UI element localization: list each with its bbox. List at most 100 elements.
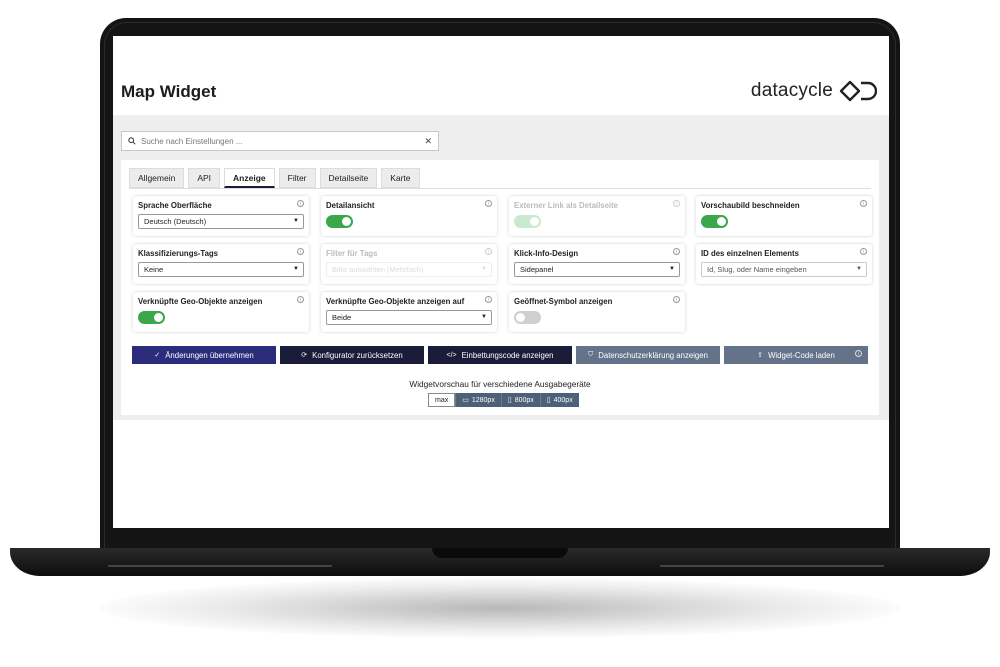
vorschaubild-toggle[interactable] <box>701 215 728 228</box>
laptop-shadow <box>100 578 900 638</box>
tablet-icon: ▯ <box>507 397 512 404</box>
configurator-area: ✕ Allgemein API Anzeige Filter Detailsei… <box>113 115 889 420</box>
geoeffnet-symbol-toggle[interactable] <box>514 311 541 324</box>
geo-objekte-auf-select[interactable]: Beide ▼ <box>326 310 492 325</box>
preview-caption: Widgetvorschau für verschiedene Ausgabeg… <box>409 379 591 389</box>
info-icon[interactable]: i <box>673 248 680 255</box>
geo-objekte-toggle[interactable] <box>138 311 165 324</box>
select-value: Keine <box>144 265 164 274</box>
chevron-down-icon: ▼ <box>481 266 487 272</box>
show-embed-code-button[interactable]: </> Einbettungscode anzeigen <box>428 346 572 364</box>
upload-icon: ⇧ <box>757 352 764 359</box>
setting-sprache: Sprache Oberfläche i Deutsch (Deutsch) ▼ <box>133 196 309 236</box>
tabs-divider <box>129 188 871 189</box>
tab-detailseite[interactable]: Detailseite <box>319 168 378 188</box>
setting-label: Klassifizierungs-Tags <box>138 249 219 258</box>
chevron-down-icon: ▼ <box>856 266 862 272</box>
setting-label: Sprache Oberfläche <box>138 201 212 210</box>
load-widget-code-button[interactable]: ⇧ Widget-Code laden i <box>724 346 868 364</box>
setting-label: Verknüpfte Geo-Objekte anzeigen <box>138 297 263 306</box>
info-icon[interactable]: i <box>297 248 304 255</box>
setting-filter-tags: Filter für Tags i Bitte auswählen (Mehrf… <box>321 244 497 284</box>
reset-configurator-button[interactable]: ⟳ Konfigurator zurücksetzen <box>280 346 424 364</box>
select-value: Bitte auswählen (Mehrfach) <box>332 265 424 274</box>
code-icon: </> <box>446 351 457 359</box>
button-label: Datenschutzerklärung anzeigen <box>598 350 708 360</box>
setting-label: Verknüpfte Geo-Objekte anzeigen auf <box>326 297 465 306</box>
detailansicht-toggle[interactable] <box>326 215 353 228</box>
info-icon[interactable]: i <box>297 200 304 207</box>
element-id-combobox[interactable]: Id, Slug, oder Name eingeben ▼ <box>701 262 867 277</box>
brand-name: datacycle <box>750 80 833 101</box>
setting-klassifizierung: Klassifizierungs-Tags i Keine ▼ <box>133 244 309 284</box>
info-icon[interactable]: i <box>485 248 492 255</box>
info-icon[interactable]: i <box>673 296 680 303</box>
setting-label: Externer Link als Detailseite <box>514 201 619 210</box>
base-accent-left <box>108 565 332 567</box>
klick-info-select[interactable]: Sidepanel ▼ <box>514 262 680 277</box>
button-label: Einbettungscode anzeigen <box>461 350 554 360</box>
search-icon <box>128 137 136 145</box>
device-800-button[interactable]: ▯ 800px <box>500 393 540 407</box>
shield-icon: ⛉ <box>588 351 594 358</box>
select-value: Deutsch (Deutsch) <box>144 217 207 226</box>
settings-panel: Allgemein API Anzeige Filter Detailseite… <box>121 160 879 415</box>
combobox-placeholder: Id, Slug, oder Name eingeben <box>707 265 807 274</box>
button-label: Konfigurator zurücksetzen <box>312 350 403 360</box>
info-icon[interactable]: i <box>860 200 867 207</box>
externer-link-toggle[interactable] <box>514 215 541 228</box>
info-icon[interactable]: i <box>673 200 680 207</box>
device-label: 1280px <box>471 396 495 404</box>
setting-label: Filter für Tags <box>326 249 378 258</box>
select-value: Beide <box>332 313 352 322</box>
refresh-icon: ⟳ <box>301 352 308 359</box>
setting-label: Klick-Info-Design <box>514 249 579 258</box>
tab-anzeige[interactable]: Anzeige <box>224 168 275 188</box>
monitor-icon: ▭ <box>462 397 469 404</box>
page-title: Map Widget <box>121 82 217 101</box>
device-max-button[interactable]: max <box>428 393 456 407</box>
brand-logo: datacycle <box>751 80 877 102</box>
setting-geo-objekte: Verknüpfte Geo-Objekte anzeigen i <box>133 292 309 332</box>
sprache-select[interactable]: Deutsch (Deutsch) ▼ <box>138 214 304 229</box>
tab-api[interactable]: API <box>188 168 221 188</box>
setting-label: Detailansicht <box>326 201 375 210</box>
info-icon[interactable]: i <box>485 296 492 303</box>
setting-vorschaubild: Vorschaubild beschneiden i <box>696 196 872 236</box>
device-label: max <box>435 396 449 404</box>
device-label: 400px <box>553 396 573 404</box>
info-icon[interactable]: i <box>485 200 492 207</box>
setting-klick-info: Klick-Info-Design i Sidepanel ▼ <box>509 244 685 284</box>
info-icon[interactable]: i <box>855 350 862 357</box>
chevron-down-icon: ▼ <box>293 266 299 272</box>
clear-icon[interactable]: ✕ <box>424 136 432 147</box>
chevron-down-icon: ▼ <box>293 218 299 224</box>
setting-externer-link: Externer Link als Detailseite i <box>509 196 685 236</box>
device-switcher: max ▭ 1280px ▯ 800px ▯ 400px <box>428 393 579 407</box>
tab-filter[interactable]: Filter <box>278 168 316 188</box>
tab-karte[interactable]: Karte <box>381 168 420 188</box>
filter-tags-select[interactable]: Bitte auswählen (Mehrfach) ▼ <box>326 262 492 277</box>
search-input[interactable] <box>141 136 425 146</box>
info-icon[interactable]: i <box>860 248 867 255</box>
show-privacy-button[interactable]: ⛉ Datenschutzerklärung anzeigen <box>576 346 720 364</box>
chevron-down-icon: ▼ <box>669 266 675 272</box>
settings-search: ✕ <box>121 131 439 151</box>
device-label: 800px <box>514 396 534 404</box>
apply-changes-button[interactable]: ✓ Änderungen übernehmen <box>132 346 276 364</box>
button-label: Änderungen übernehmen <box>165 350 254 360</box>
datacycle-logo-icon <box>839 80 877 102</box>
klassifizierung-select[interactable]: Keine ▼ <box>138 262 304 277</box>
select-value: Sidepanel <box>520 265 554 274</box>
setting-geo-objekte-auf: Verknüpfte Geo-Objekte anzeigen auf i Be… <box>321 292 497 332</box>
chevron-down-icon: ▼ <box>481 314 487 320</box>
setting-label: Vorschaubild beschneiden <box>701 201 800 210</box>
device-1280-button[interactable]: ▭ 1280px <box>455 393 501 407</box>
device-400-button[interactable]: ▯ 400px <box>539 393 579 407</box>
setting-detailansicht: Detailansicht i <box>321 196 497 236</box>
setting-label: ID des einzelnen Elements <box>701 249 799 258</box>
info-icon[interactable]: i <box>297 296 304 303</box>
setting-element-id: ID des einzelnen Elements i Id, Slug, od… <box>696 244 872 284</box>
tab-allgemein[interactable]: Allgemein <box>129 168 185 188</box>
phone-icon: ▯ <box>546 397 551 404</box>
